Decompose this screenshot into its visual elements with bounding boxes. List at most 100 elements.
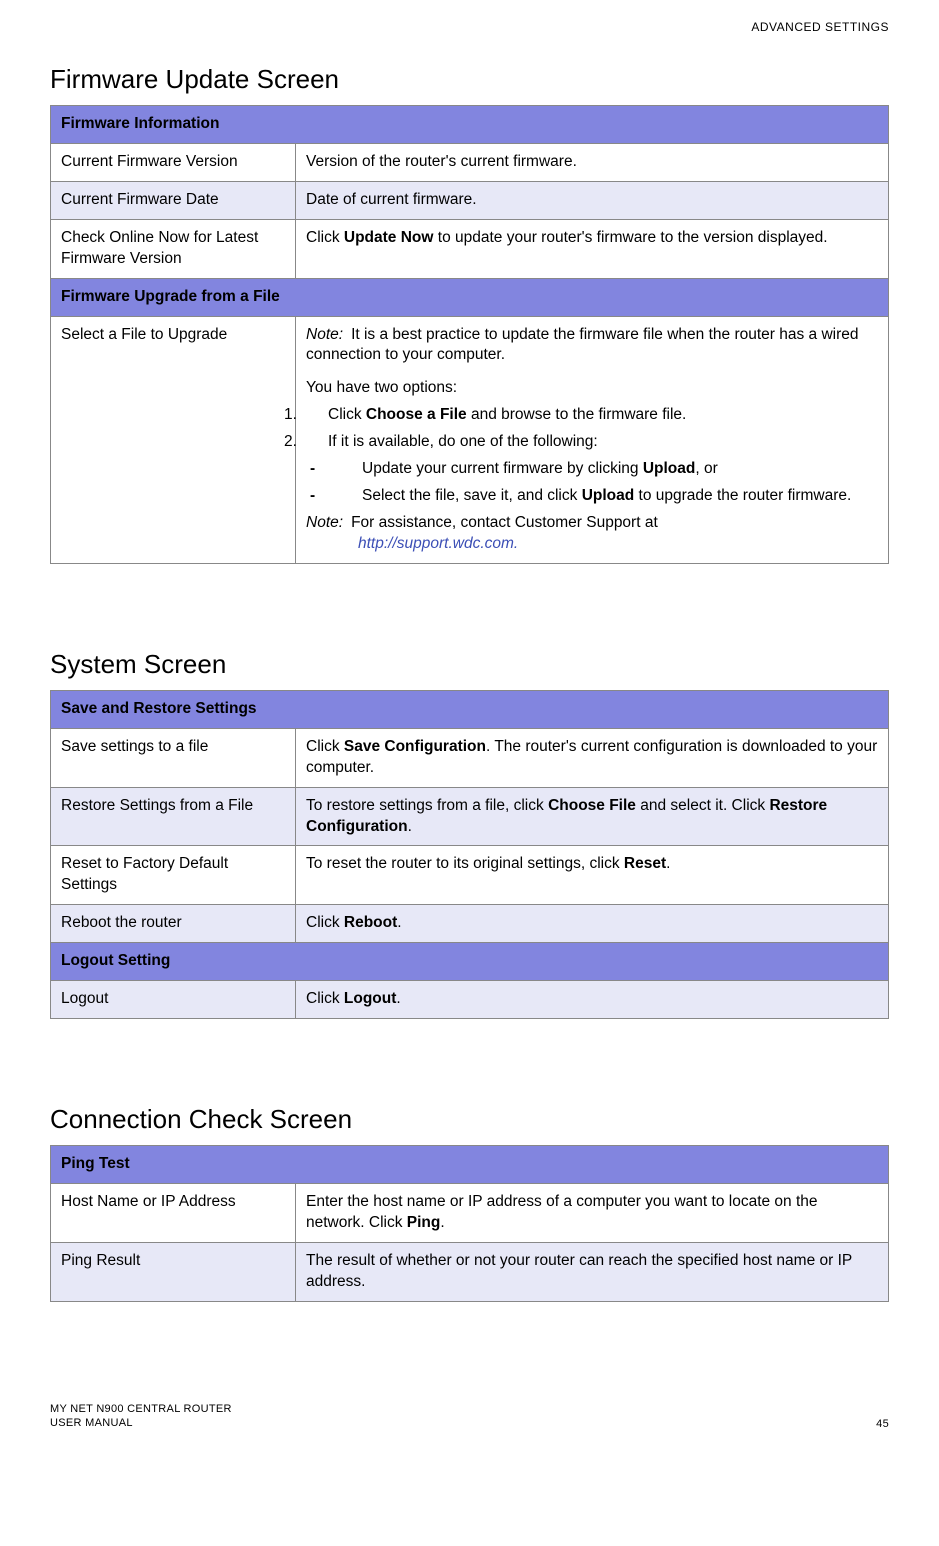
table-row: Check Online Now for Latest Firmware Ver… [51, 219, 889, 278]
logout-text: Logout [344, 990, 397, 1007]
row-value: Date of current firmware. [296, 181, 889, 219]
row-label: Reboot the router [51, 905, 296, 943]
logout-header-cell: Logout Setting [51, 943, 889, 981]
text: Enter the host name or IP address of a c… [306, 1193, 818, 1231]
save-restore-header-cell: Save and Restore Settings [51, 690, 889, 728]
connection-heading: Connection Check Screen [50, 1104, 889, 1135]
sub-item-2: -Select the file, save it, and click Upl… [306, 486, 878, 507]
ping-test-header: Ping Test [51, 1146, 889, 1184]
system-table: Save and Restore Settings Save settings … [50, 690, 889, 1019]
support-link[interactable]: http://support.wdc.com. [358, 535, 518, 552]
logout-header: Logout Setting [51, 943, 889, 981]
note-label: Note: [306, 514, 343, 531]
ping-text: Ping [407, 1214, 441, 1231]
text: If it is available, do one of the follow… [328, 433, 598, 450]
manual-label: USER MANUAL [50, 1416, 232, 1430]
firmware-heading: Firmware Update Screen [50, 64, 889, 95]
table-row: Restore Settings from a File To restore … [51, 787, 889, 846]
ping-test-header-cell: Ping Test [51, 1146, 889, 1184]
row-value: Click Save Configuration. The router's c… [296, 728, 889, 787]
footer-left: MY NET N900 CENTRAL ROUTER USER MANUAL [50, 1402, 232, 1431]
list-item-1: 1.Click Choose a File and browse to the … [306, 405, 878, 426]
text: Click [306, 914, 344, 931]
list-number: 2. [306, 432, 328, 453]
page-number: 45 [876, 1418, 889, 1430]
update-now-text: Update Now [344, 229, 434, 246]
row-value: Version of the router's current firmware… [296, 143, 889, 181]
table-row: Current Firmware Date Date of current fi… [51, 181, 889, 219]
note-block-2: Note: For assistance, contact Customer Su… [306, 513, 878, 555]
firmware-upgrade-header: Firmware Upgrade from a File [51, 278, 889, 316]
table-row: Ping Result The result of whether or not… [51, 1242, 889, 1301]
table-row: Reset to Factory Default Settings To res… [51, 846, 889, 905]
list-item-2: 2.If it is available, do one of the foll… [306, 432, 878, 453]
reboot-text: Reboot [344, 914, 397, 931]
row-value: Note:It is a best practice to update the… [296, 316, 889, 563]
upload-text: Upload [582, 487, 635, 504]
list-number: 1. [306, 405, 328, 426]
text: . [440, 1214, 444, 1231]
row-value: Click Reboot. [296, 905, 889, 943]
row-value: The result of whether or not your router… [296, 1242, 889, 1301]
text: . [396, 990, 400, 1007]
text: Click [306, 738, 344, 755]
row-label: Host Name or IP Address [51, 1183, 296, 1242]
text: and browse to the firmware file. [467, 406, 687, 423]
table-row: Select a File to Upgrade Note:It is a be… [51, 316, 889, 563]
firmware-info-header-cell: Firmware Information [51, 106, 889, 144]
firmware-table: Firmware Information Current Firmware Ve… [50, 105, 889, 564]
row-value: To reset the router to its original sett… [296, 846, 889, 905]
text: . [397, 914, 401, 931]
reset-text: Reset [624, 855, 666, 872]
text: to update your router's firmware to the … [433, 229, 827, 246]
note-label: Note: [306, 326, 343, 343]
row-value: Click Logout. [296, 981, 889, 1019]
row-value: Click Update Now to update your router's… [296, 219, 889, 278]
row-label: Save settings to a file [51, 728, 296, 787]
row-label: Current Firmware Date [51, 181, 296, 219]
text: Click [328, 406, 366, 423]
row-label: Reset to Factory Default Settings [51, 846, 296, 905]
text: To restore settings from a file, click [306, 797, 548, 814]
upload-text: Upload [643, 460, 696, 477]
system-heading: System Screen [50, 649, 889, 680]
text: . [666, 855, 670, 872]
text: . [408, 818, 412, 835]
save-restore-header: Save and Restore Settings [51, 690, 889, 728]
row-value: Enter the host name or IP address of a c… [296, 1183, 889, 1242]
row-value: To restore settings from a file, click C… [296, 787, 889, 846]
page-footer: MY NET N900 CENTRAL ROUTER USER MANUAL 4… [50, 1402, 889, 1431]
dash-bullet: - [336, 486, 362, 507]
firmware-upgrade-header-cell: Firmware Upgrade from a File [51, 278, 889, 316]
text: Update your current firmware by clicking [362, 460, 643, 477]
text: Click [306, 229, 344, 246]
text: Click [306, 990, 344, 1007]
row-label: Check Online Now for Latest Firmware Ver… [51, 219, 296, 278]
choose-file-text: Choose a File [366, 406, 467, 423]
row-label: Restore Settings from a File [51, 787, 296, 846]
text: , or [695, 460, 717, 477]
row-label: Current Firmware Version [51, 143, 296, 181]
save-config-text: Save Configuration [344, 738, 486, 755]
page-header-right: ADVANCED SETTINGS [50, 20, 889, 34]
table-row: Logout Click Logout. [51, 981, 889, 1019]
dash-bullet: - [336, 459, 362, 480]
text: Select the file, save it, and click [362, 487, 582, 504]
note-text: It is a best practice to update the firm… [306, 326, 859, 364]
row-label: Ping Result [51, 1242, 296, 1301]
table-row: Host Name or IP Address Enter the host n… [51, 1183, 889, 1242]
row-label: Logout [51, 981, 296, 1019]
note-block: Note:It is a best practice to update the… [306, 325, 878, 367]
text: To reset the router to its original sett… [306, 855, 624, 872]
sub-item-1: -Update your current firmware by clickin… [306, 459, 878, 480]
table-row: Save settings to a file Click Save Confi… [51, 728, 889, 787]
note-text: For assistance, contact Customer Support… [351, 514, 658, 531]
row-label: Select a File to Upgrade [51, 316, 296, 563]
product-name: MY NET N900 CENTRAL ROUTER [50, 1402, 232, 1416]
firmware-info-header: Firmware Information [51, 106, 889, 144]
table-row: Reboot the router Click Reboot. [51, 905, 889, 943]
connection-table: Ping Test Host Name or IP Address Enter … [50, 1145, 889, 1302]
text: to upgrade the router firmware. [634, 487, 851, 504]
choose-file-text: Choose File [548, 797, 636, 814]
table-row: Current Firmware Version Version of the … [51, 143, 889, 181]
